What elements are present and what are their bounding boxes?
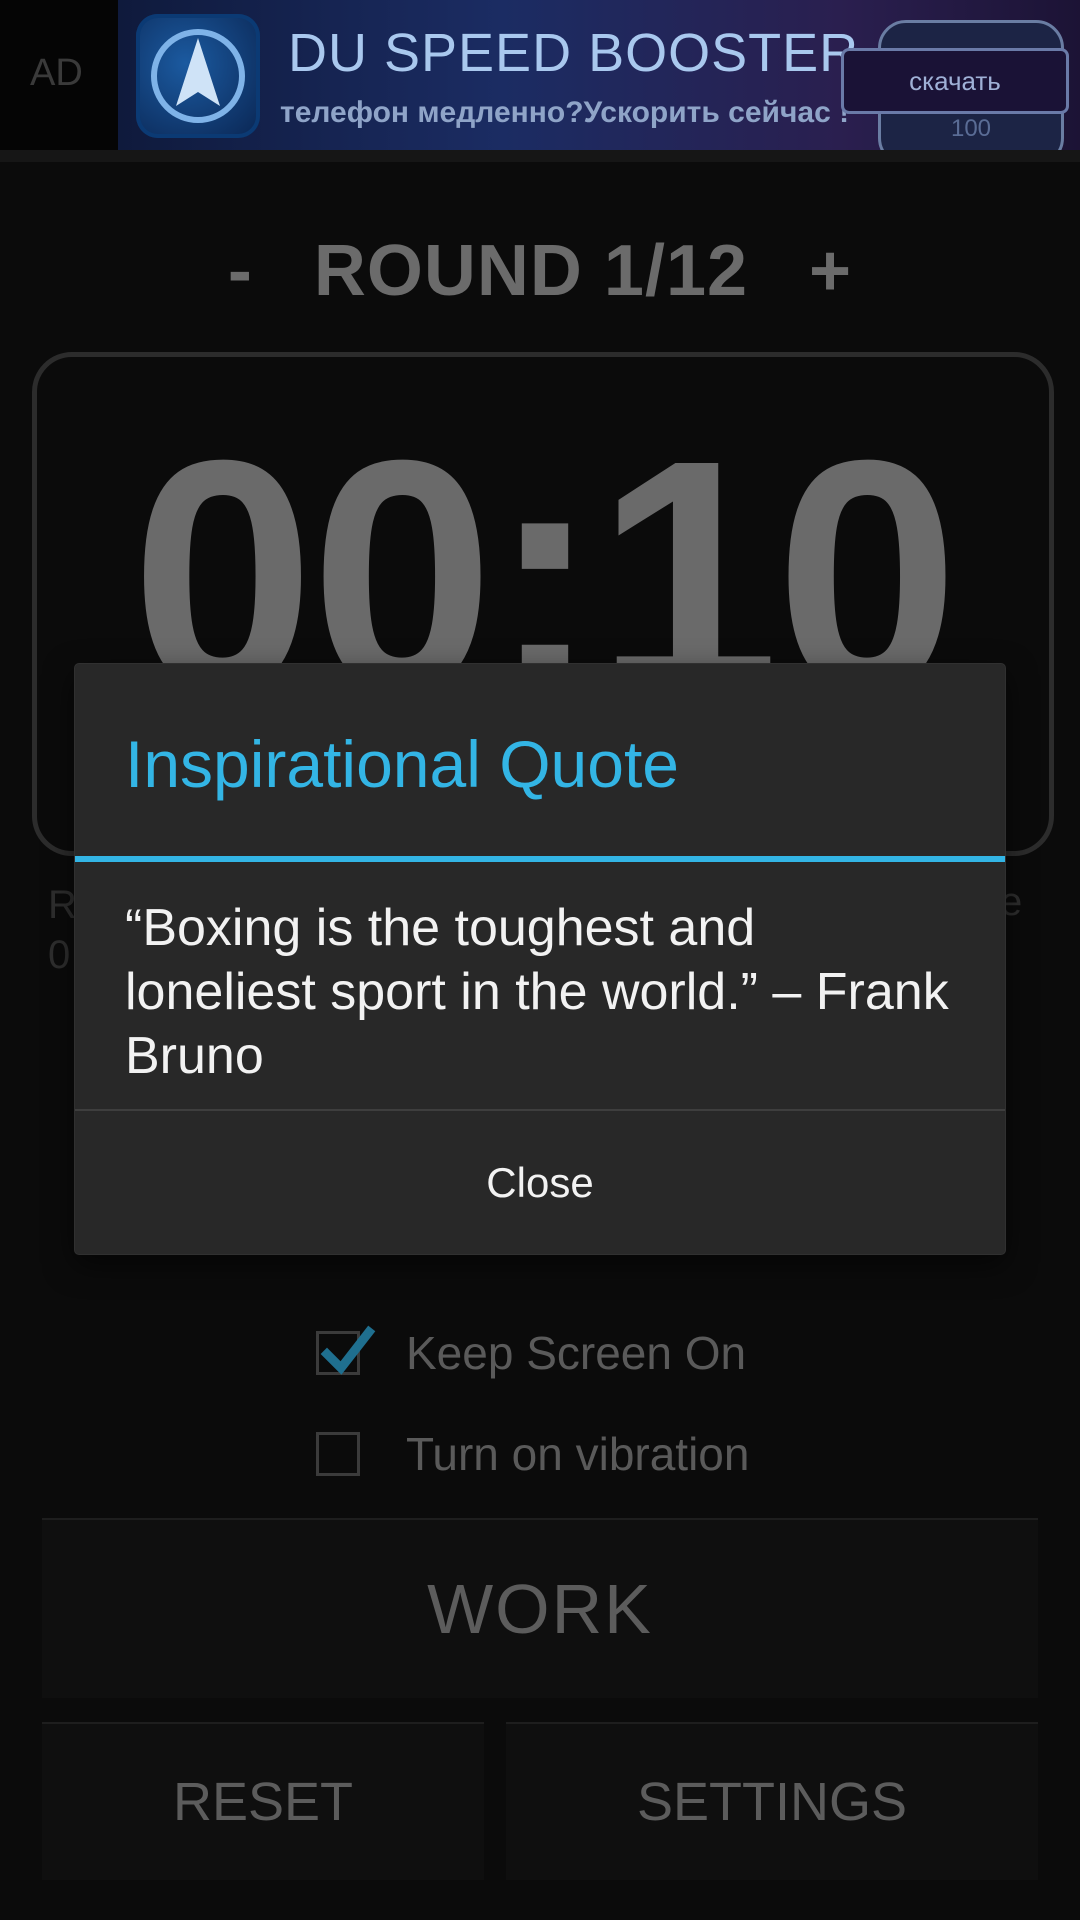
work-button[interactable]: WORK [42,1518,1038,1698]
inspirational-quote-dialog: Inspirational Quote “Boxing is the tough… [75,664,1005,1254]
settings-button[interactable]: SETTINGS [506,1722,1038,1880]
checkmark-icon [320,1325,376,1375]
dialog-message: “Boxing is the toughest and loneliest sp… [125,899,949,1085]
round-label: ROUND 1/12 [313,231,749,311]
keep-screen-on-label: Keep Screen On [406,1327,747,1379]
dialog-title-divider [75,856,1005,862]
ad-label: AD [30,52,83,94]
top-divider [0,150,1080,162]
obscured-info-left-line2: 0 [48,933,71,977]
keep-screen-on-checkbox[interactable] [316,1325,376,1375]
ad-subtitle: телефон медленно?Ускорить сейчас ! [280,96,850,129]
close-button[interactable]: Close [75,1111,1005,1254]
vibration-option[interactable]: Turn on vibration [316,1424,749,1484]
ad-bar: AD DU SPEED BOOSTER телефон медленно?Уск… [0,0,1080,150]
ad-banner[interactable]: DU SPEED BOOSTER телефон медленно?Ускори… [118,0,1080,150]
ad-download-button[interactable]: скачать [841,48,1069,114]
round-selector: - ROUND 1/12 + [0,230,1080,312]
keep-screen-on-option[interactable]: Keep Screen On [316,1323,746,1383]
round-increment-button[interactable]: + [809,230,852,312]
dialog-title: Inspirational Quote [125,727,680,801]
vibration-label: Turn on vibration [406,1428,750,1480]
ad-gauge-value: 100 [950,115,992,142]
round-decrement-button[interactable]: - [228,230,253,312]
reset-button[interactable]: RESET [42,1722,484,1880]
vibration-checkbox[interactable] [316,1432,360,1476]
ad-title: DU SPEED BOOSTER [288,23,860,83]
obscured-info-left: R 0 [48,880,77,980]
speed-booster-logo-icon [136,14,260,138]
obscured-info-left-line1: R [48,883,77,927]
